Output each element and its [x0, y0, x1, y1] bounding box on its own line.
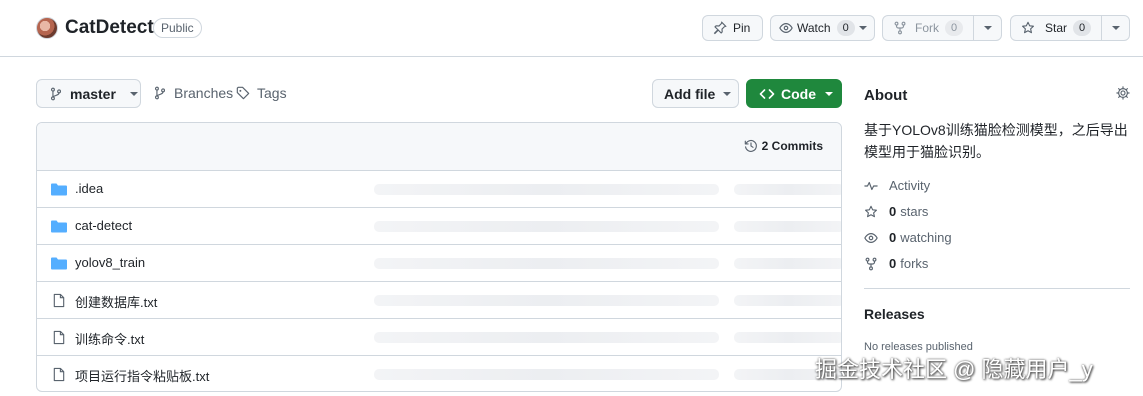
file-row[interactable]: yolov8_train [37, 245, 841, 282]
pin-label: Pin [733, 21, 751, 35]
branches-link[interactable]: Branches [153, 85, 233, 101]
add-file-label: Add file [664, 85, 716, 102]
commit-message-placeholder [374, 369, 719, 380]
file-name[interactable]: 项目运行指令粘贴板.txt [75, 366, 209, 385]
commit-message-placeholder [374, 184, 719, 195]
watch-dropdown[interactable] [852, 16, 874, 40]
tags-link[interactable]: Tags [236, 85, 287, 101]
branch-selector[interactable]: master [36, 79, 141, 108]
commit-message-placeholder [374, 221, 719, 232]
sidebar-divider [864, 288, 1130, 289]
watching-count: 0 [889, 230, 897, 245]
file-row[interactable]: .idea [37, 171, 841, 208]
chevron-down-icon [825, 91, 833, 96]
git-branch-icon [49, 87, 63, 101]
chevron-down-icon [983, 26, 992, 30]
star-icon [864, 205, 878, 219]
chevron-down-icon [1111, 26, 1120, 30]
chevron-down-icon [859, 26, 867, 30]
fork-button[interactable]: Fork 0 [882, 15, 1002, 41]
add-file-button[interactable]: Add file [652, 79, 739, 108]
commit-date-placeholder [734, 221, 841, 232]
forks-link[interactable]: 0 forks [864, 256, 928, 271]
folder-icon [51, 182, 67, 197]
visibility-badge: Public [153, 18, 202, 38]
branches-label: Branches [174, 85, 234, 101]
tags-label: Tags [257, 85, 287, 101]
file-name[interactable]: 创建数据库.txt [75, 292, 157, 311]
star-button[interactable]: Star 0 [1010, 15, 1130, 41]
pulse-icon [864, 179, 878, 193]
file-browser: 2 Commits .idea cat-detect yolov8_train … [36, 122, 842, 392]
pin-icon [713, 21, 727, 35]
repo-name[interactable]: CatDetect [65, 17, 154, 39]
folder-icon [51, 219, 67, 234]
file-browser-header: 2 Commits [37, 123, 841, 171]
star-count: 0 [1073, 20, 1092, 36]
activity-label: Activity [889, 178, 931, 193]
fork-icon [893, 21, 907, 35]
commit-message-placeholder [374, 295, 719, 306]
code-label: Code [781, 85, 816, 102]
file-icon [51, 293, 67, 308]
file-row[interactable]: cat-detect [37, 208, 841, 245]
commits-link[interactable]: 2 Commits [744, 139, 823, 153]
file-name[interactable]: 训练命令.txt [75, 329, 144, 348]
folder-icon [51, 256, 67, 271]
code-icon [759, 86, 775, 102]
stars-count: 0 [889, 204, 897, 219]
chevron-down-icon [129, 91, 138, 96]
watching-link[interactable]: 0 watching [864, 230, 952, 245]
file-name[interactable]: yolov8_train [75, 255, 145, 270]
file-row[interactable]: 项目运行指令粘贴板.txt [37, 356, 841, 391]
git-branch-icon [153, 86, 167, 100]
eye-icon [779, 21, 793, 35]
watch-button[interactable]: Watch 0 [770, 15, 875, 41]
code-button[interactable]: Code [746, 79, 842, 108]
eye-icon [864, 231, 878, 245]
fork-icon [864, 257, 878, 271]
commit-date-placeholder [734, 332, 841, 343]
file-icon [51, 367, 67, 382]
repo-header: CatDetect Public Pin Watch 0 Fork 0 Star… [0, 0, 1143, 57]
file-icon [51, 330, 67, 345]
watermark-text: 掘金技术社区 @ 隐藏用户_y [815, 357, 1093, 382]
fork-dropdown[interactable] [973, 16, 1001, 40]
watch-label: Watch [797, 21, 831, 35]
activity-link[interactable]: Activity [864, 178, 930, 193]
file-row[interactable]: 训练命令.txt [37, 319, 841, 356]
chevron-down-icon [723, 91, 732, 96]
commit-message-placeholder [374, 258, 719, 269]
history-icon [744, 139, 758, 153]
commits-label: 2 Commits [761, 139, 823, 153]
file-name[interactable]: cat-detect [75, 218, 132, 233]
branch-name: master [70, 85, 116, 102]
repo-description: 基于YOLOv8训练猫脸检测模型，之后导出模型用于猫脸识别。 [864, 122, 1128, 160]
stars-link[interactable]: 0 stars [864, 204, 928, 219]
star-icon [1021, 21, 1035, 35]
commit-date-placeholder [734, 184, 841, 195]
file-name[interactable]: .idea [75, 181, 103, 196]
owner-avatar[interactable] [36, 17, 58, 39]
stars-label: stars [900, 204, 929, 219]
fork-count: 0 [945, 20, 964, 36]
watching-label: watching [900, 230, 952, 245]
file-row[interactable]: 创建数据库.txt [37, 282, 841, 319]
pin-button[interactable]: Pin [702, 15, 763, 41]
tag-icon [236, 86, 250, 100]
commit-date-placeholder [734, 258, 841, 269]
gear-icon[interactable] [1116, 86, 1130, 100]
forks-label: forks [900, 256, 929, 271]
fork-label: Fork [915, 21, 939, 35]
commit-message-placeholder [374, 332, 719, 343]
star-label: Star [1045, 21, 1068, 35]
about-heading: About [864, 87, 908, 104]
star-dropdown[interactable] [1101, 16, 1129, 40]
forks-count: 0 [889, 256, 897, 271]
commit-date-placeholder [734, 295, 841, 306]
releases-heading[interactable]: Releases [864, 306, 925, 322]
